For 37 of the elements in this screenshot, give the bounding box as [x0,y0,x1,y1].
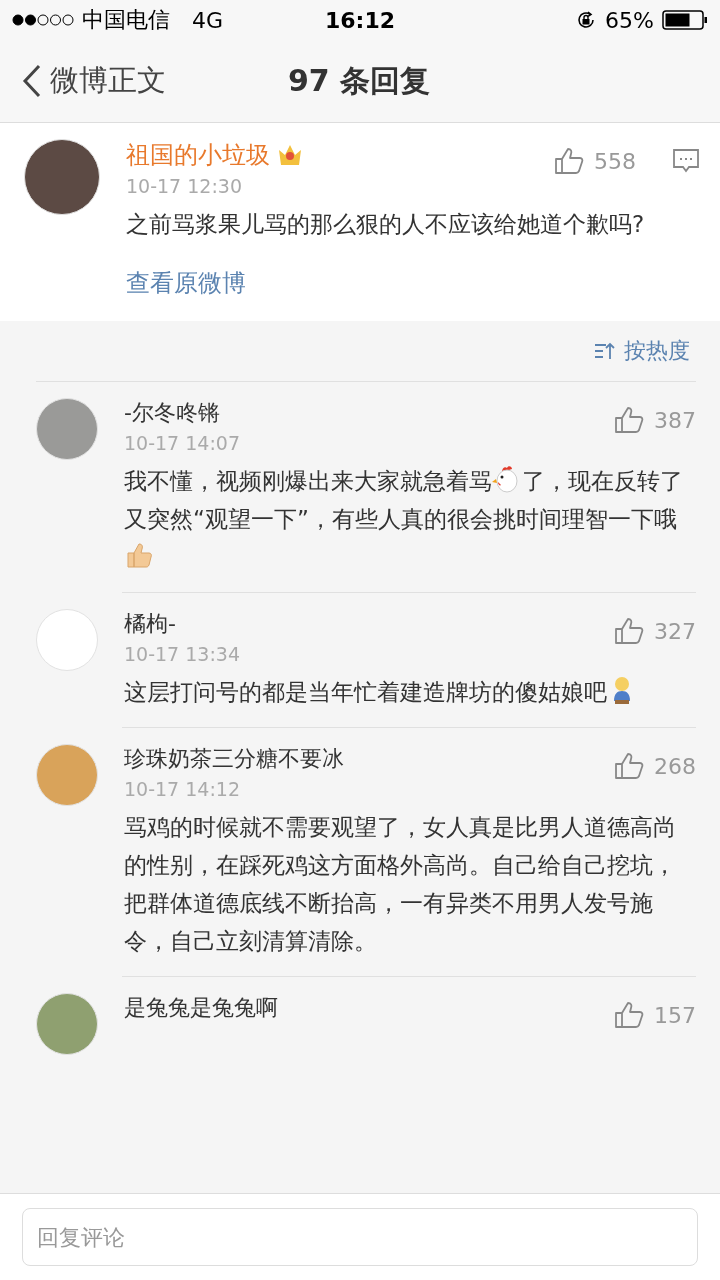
battery-percent: 65% [605,7,654,33]
comment-time: 10-17 14:07 [124,432,240,454]
like-count: 327 [654,618,696,644]
back-chevron-icon [22,64,42,98]
comment-text: 这层打问号的都是当年忙着建造牌坊的傻姑娘吧 [124,673,696,711]
comment-text: 骂鸡的时候就不需要观望了，女人真是比男人道德高尚的性别，在踩死鸡这方面格外高尚。自己给自己挖坑，把群体道德底线不断抬高，一有异类不用男人发号施令，自己立刻清算清除。 [124,813,677,956]
post-text: 之前骂浆果儿骂的那么狠的人不应该给她道个歉吗? [126,210,646,239]
like-count: 387 [654,407,696,433]
carrier-name: 中国电信 [82,6,170,34]
network-type: 4G [192,7,224,33]
comment-text: 我不懂，视频刚爆出来大家就急着骂 了，现在反转了又突然“观望一下”，有些人真的很会挑时间理智一下哦 [124,462,696,576]
comment-icon[interactable] [672,148,700,174]
thumbs-up-icon[interactable] [554,147,584,175]
thumbs-up-icon[interactable] [614,1001,644,1029]
comment-time: 10-17 13:34 [124,643,240,665]
sort-button[interactable]: 按热度 [588,335,696,367]
user-name[interactable]: 是兔兔是兔兔啊 [124,993,278,1023]
post-time: 10-17 12:30 [126,175,243,197]
like-count: 157 [654,1002,696,1028]
thumbs-up-icon[interactable] [614,406,644,434]
thumbs-up-icon[interactable] [614,617,644,645]
reply-field[interactable]: 回复评论 [22,1208,698,1266]
like-count: 268 [654,753,696,779]
view-original-link[interactable]: 查看原微博 [126,267,246,299]
back-button[interactable]: 微博正文 [0,61,166,101]
page-title: 97 条回复 [288,61,431,100]
battery-icon [662,10,708,30]
like-count: 558 [594,148,636,174]
user-name[interactable]: 橘枸- [124,609,240,639]
signal-icon [12,14,74,26]
thumbs-up-emoji-icon [124,540,154,570]
user-name[interactable]: 珍珠奶茶三分糖不要冰 [124,744,344,774]
user-name[interactable]: -尔冬咚锵 [124,398,240,428]
sort-icon [594,342,616,360]
comment-time: 10-17 14:12 [124,778,241,800]
clock-time: 16:12 [325,7,395,33]
thumbs-up-icon[interactable] [614,752,644,780]
